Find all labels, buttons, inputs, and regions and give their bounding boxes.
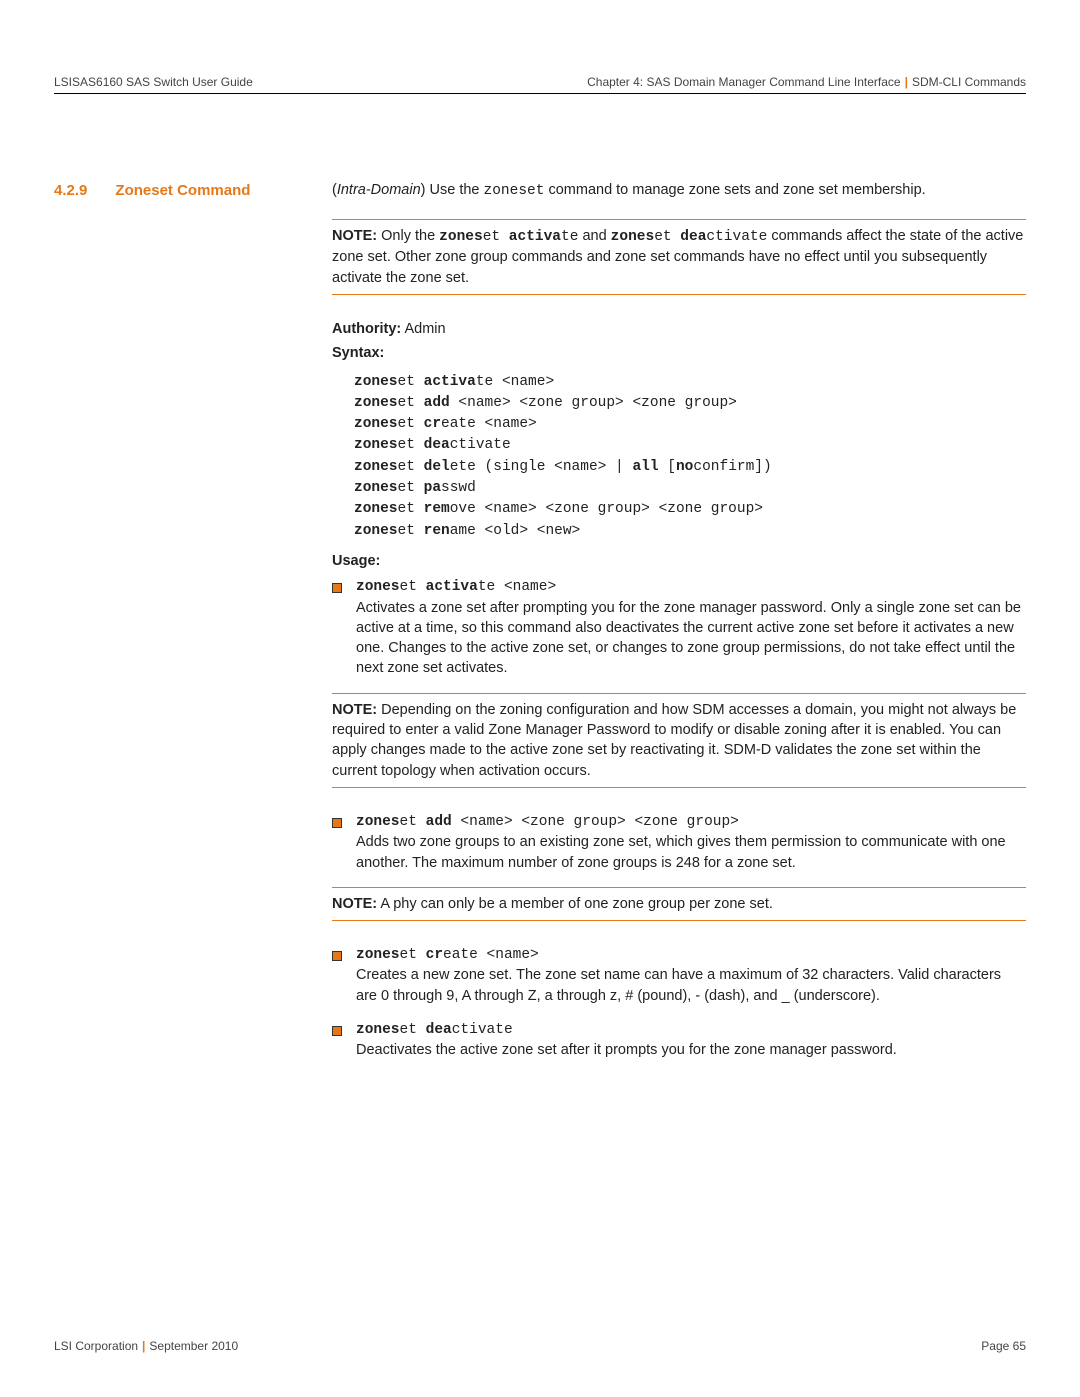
authority-line: Authority: Admin — [332, 319, 1026, 339]
page-header: LSISAS6160 SAS Switch User Guide Chapter… — [54, 74, 1026, 94]
page-footer: LSI Corporation|September 2010 Page 65 — [54, 1338, 1026, 1355]
usage-item-add: zoneset add <name> <zone group> <zone gr… — [332, 812, 1026, 873]
note-box-2: NOTE: Depending on the zoning configurat… — [332, 693, 1026, 788]
note-label: NOTE: — [332, 896, 377, 912]
usage-item-create: zoneset create <name> Creates a new zone… — [332, 945, 1026, 1006]
section-title: Zoneset Command — [115, 182, 250, 199]
usage-label: Usage: — [332, 551, 1026, 571]
note-label: NOTE: — [332, 228, 377, 244]
bullet-icon — [332, 583, 342, 593]
note-box-1: NOTE: Only the zoneset activate and zone… — [332, 219, 1026, 295]
section-number: 4.2.9 — [54, 182, 87, 199]
syntax-label: Syntax: — [332, 343, 1026, 363]
intro-paragraph: (Intra-Domain) Use the zoneset command t… — [332, 180, 1026, 201]
bullet-icon — [332, 1026, 342, 1036]
header-left: LSISAS6160 SAS Switch User Guide — [54, 74, 253, 91]
header-right: Chapter 4: SAS Domain Manager Command Li… — [587, 74, 1026, 91]
section-heading: 4.2.9 Zoneset Command — [54, 180, 332, 1075]
note-label: NOTE: — [332, 702, 377, 718]
bullet-icon — [332, 818, 342, 828]
syntax-block: zoneset activate <name> zoneset add <nam… — [354, 372, 1026, 541]
usage-item-deactivate: zoneset deactivate Deactivates the activ… — [332, 1020, 1026, 1061]
usage-item-activate: zoneset activate <name> Activates a zone… — [332, 577, 1026, 678]
bullet-icon — [332, 951, 342, 961]
footer-right: Page 65 — [981, 1338, 1026, 1355]
note-box-3: NOTE: A phy can only be a member of one … — [332, 887, 1026, 921]
content-column: (Intra-Domain) Use the zoneset command t… — [332, 180, 1026, 1075]
footer-left: LSI Corporation|September 2010 — [54, 1338, 238, 1355]
